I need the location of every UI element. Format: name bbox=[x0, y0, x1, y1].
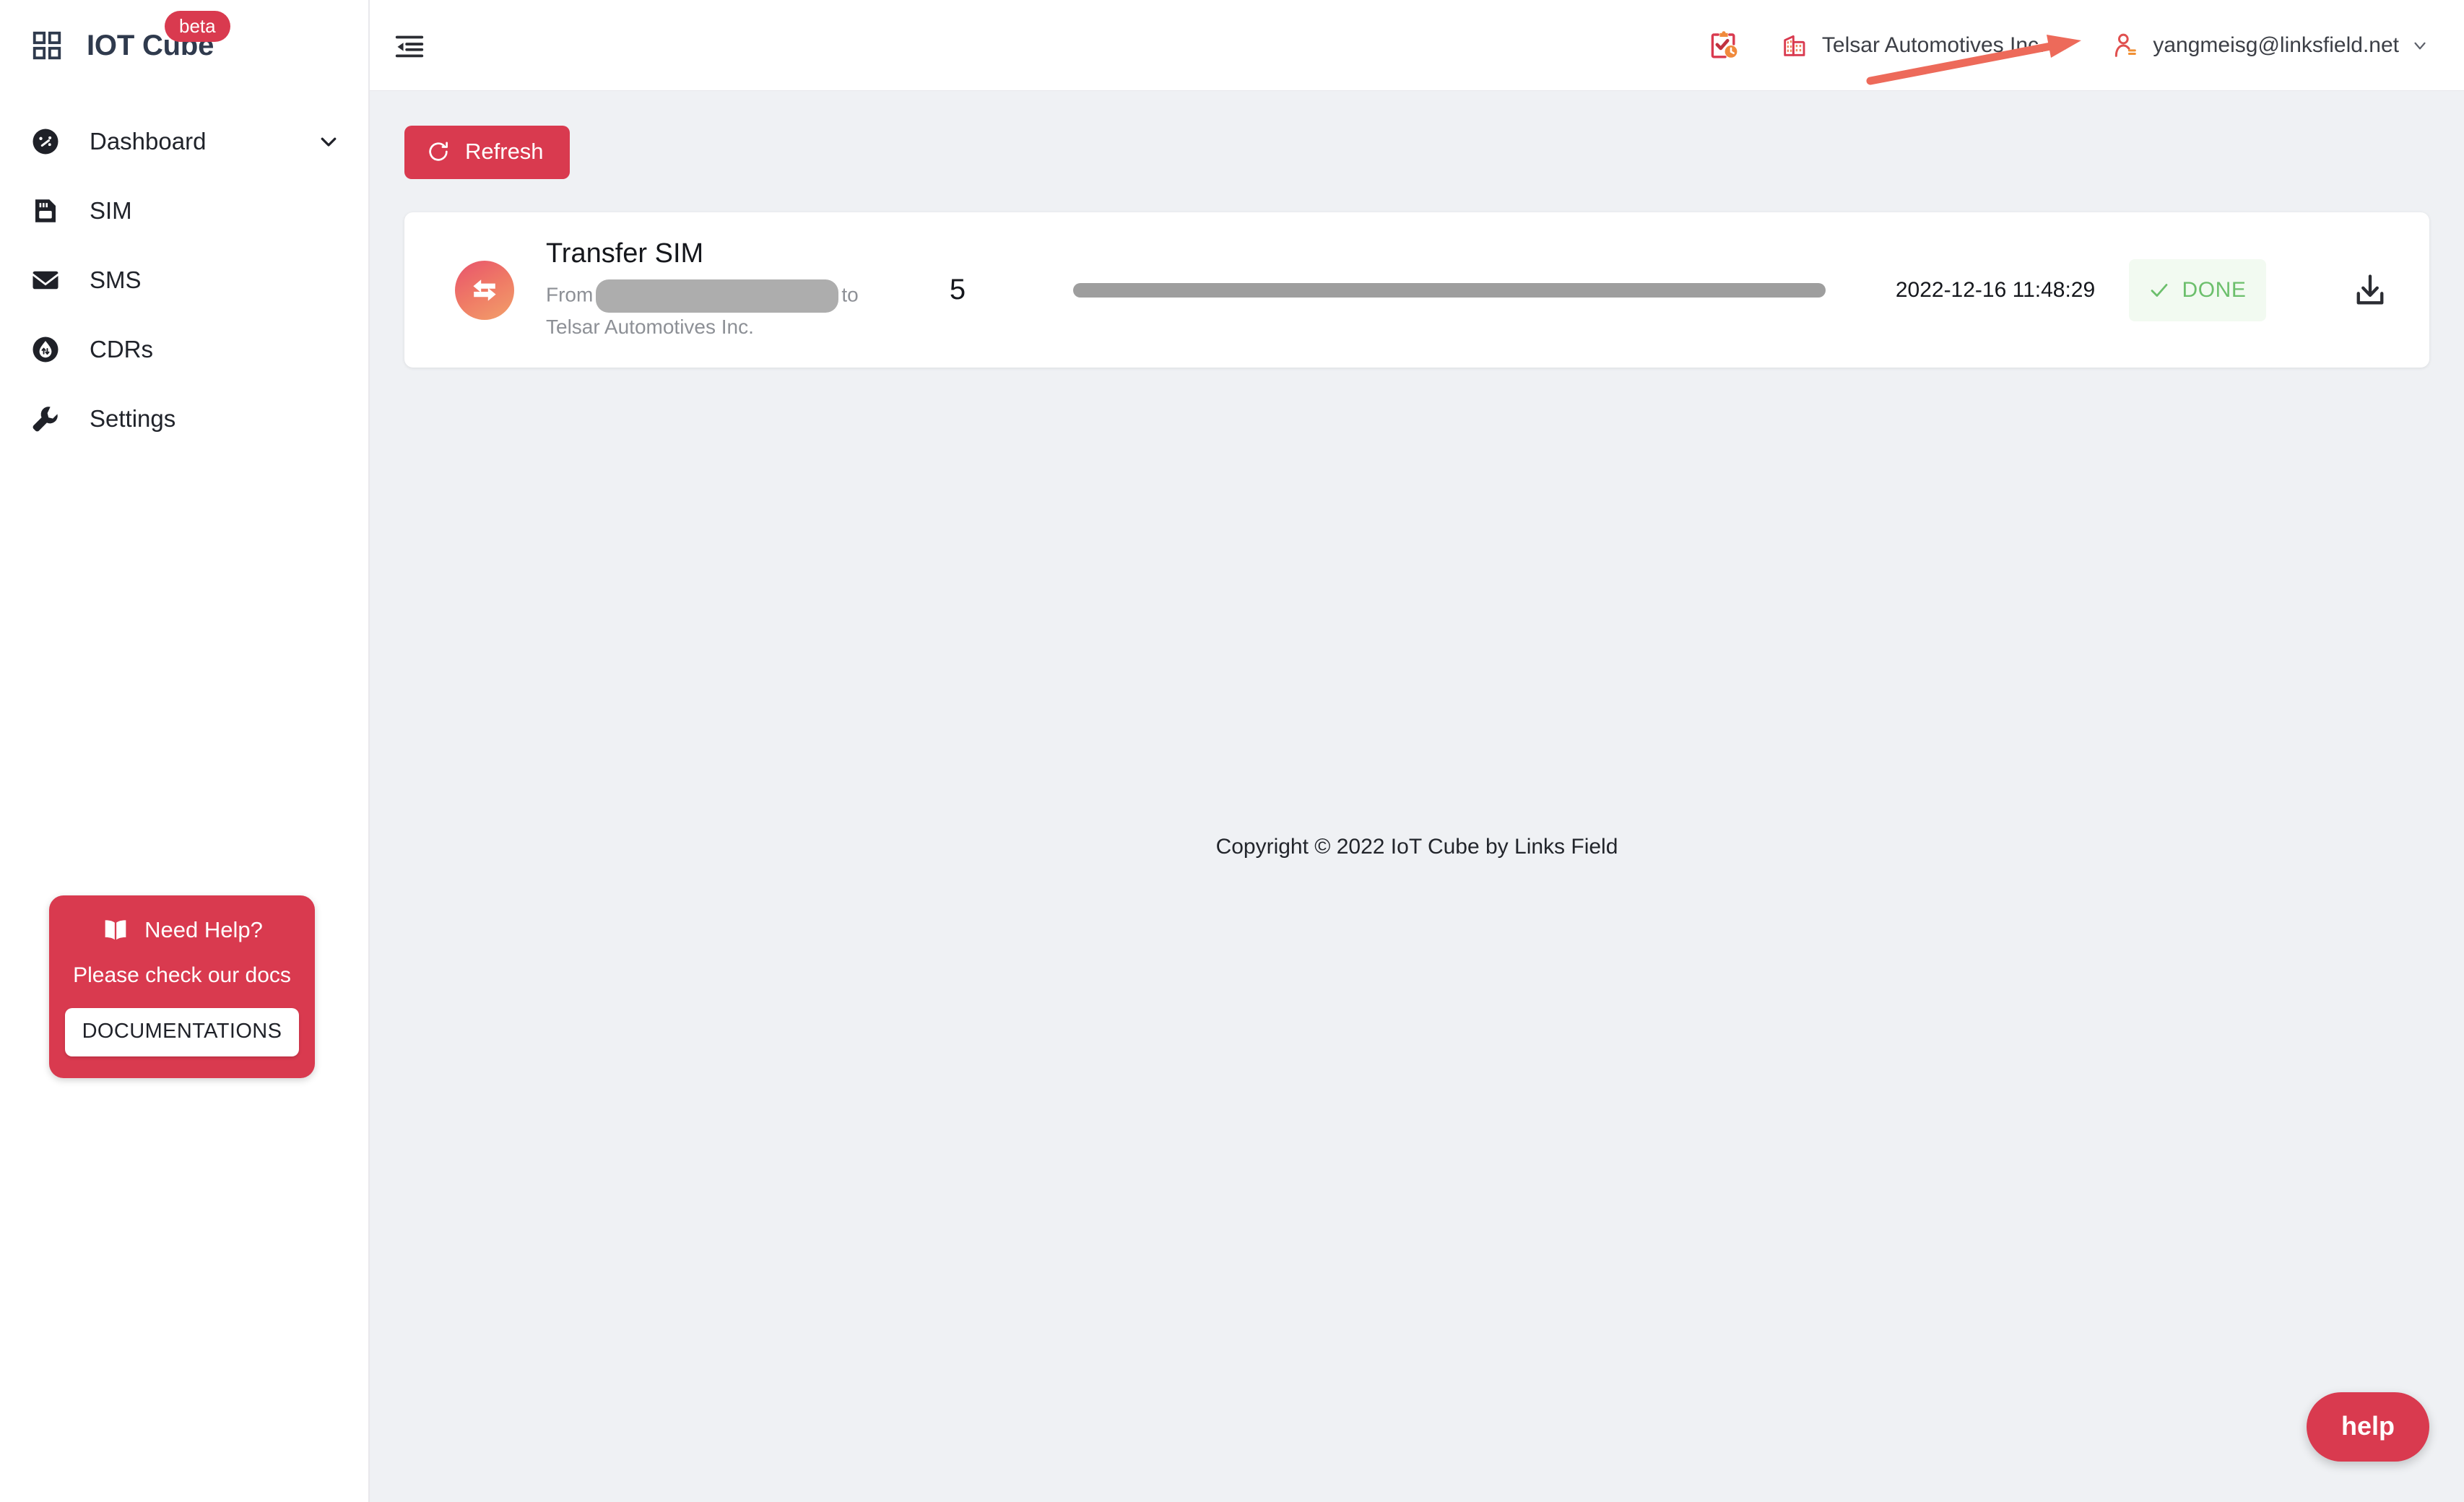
task-progress bbox=[1037, 282, 1862, 298]
task-row[interactable]: Transfer SIM From to Telsar Automotives I… bbox=[404, 212, 2429, 368]
sidebar-item-dashboard[interactable]: Dashboard bbox=[0, 107, 368, 176]
sidebar-item-label: Settings bbox=[90, 405, 176, 432]
refresh-icon bbox=[426, 139, 451, 164]
need-help-header: Need Help? bbox=[65, 916, 299, 945]
beta-badge: beta bbox=[165, 11, 230, 42]
task-history-icon[interactable] bbox=[1704, 25, 1744, 66]
check-icon bbox=[2148, 279, 2170, 301]
need-help-title: Need Help? bbox=[144, 917, 263, 942]
sidebar-item-settings[interactable]: Settings bbox=[0, 384, 368, 453]
envelope-icon bbox=[30, 265, 61, 295]
sidebar-item-cdrs[interactable]: CDRs bbox=[0, 315, 368, 384]
building-icon bbox=[1780, 31, 1809, 60]
chevron-down-icon[interactable] bbox=[2044, 36, 2075, 55]
need-help-card: Need Help? Please check our docs DOCUMEN… bbox=[49, 895, 315, 1078]
sidebar: IOT Cube beta Dashboard SIM SMS CDRs Set… bbox=[0, 0, 370, 1502]
sidebar-item-label: CDRs bbox=[90, 336, 153, 363]
task-timestamp: 2022-12-16 11:48:29 bbox=[1895, 277, 2096, 302]
sidebar-nav: Dashboard SIM SMS CDRs Settings bbox=[0, 107, 368, 453]
content-area: Refresh Transfer SIM From to Telsar Autom… bbox=[370, 91, 2464, 1502]
app-root: IOT Cube beta Dashboard SIM SMS CDRs Set… bbox=[0, 0, 2464, 1502]
refresh-label: Refresh bbox=[465, 139, 544, 164]
sim-card-icon bbox=[30, 196, 61, 226]
progress-bar bbox=[1073, 282, 1826, 298]
task-desc-prefix: From bbox=[546, 282, 594, 305]
user-icon bbox=[2111, 31, 2140, 60]
help-button[interactable]: help bbox=[2306, 1392, 2429, 1462]
task-desc-suffix: Telsar Automotives Inc. bbox=[546, 315, 754, 338]
task-title: Transfer SIM bbox=[546, 238, 704, 269]
account-menu[interactable]: yangmeisg@linksfield.net bbox=[2111, 31, 2429, 60]
menu-fold-icon[interactable] bbox=[370, 29, 426, 62]
redacted-source-account bbox=[596, 279, 839, 313]
status-badge: DONE bbox=[2129, 259, 2266, 321]
status-label: DONE bbox=[2182, 277, 2247, 302]
documentations-button[interactable]: DOCUMENTATIONS bbox=[65, 1008, 299, 1056]
sidebar-item-label: SIM bbox=[90, 197, 132, 224]
sidebar-item-sim[interactable]: SIM bbox=[0, 176, 368, 246]
wrench-icon bbox=[30, 404, 61, 434]
main-area: Telsar Automotives Inc. yangmeisg@linksf… bbox=[370, 0, 2464, 1502]
task-desc-middle: to bbox=[841, 282, 859, 305]
account-email: yangmeisg@linksfield.net bbox=[2153, 32, 2399, 57]
task-description: From to Telsar Automotives Inc. bbox=[546, 279, 878, 342]
chevron-down-icon[interactable] bbox=[2399, 36, 2429, 55]
topbar-right-group: Telsar Automotives Inc. yangmeisg@linksf… bbox=[1704, 25, 2464, 66]
need-help-subtitle: Please check our docs bbox=[73, 963, 291, 987]
task-info: Transfer SIM From to Telsar Automotives I… bbox=[546, 238, 878, 342]
topbar: Telsar Automotives Inc. yangmeisg@linksf… bbox=[370, 0, 2464, 91]
company-name: Telsar Automotives Inc. bbox=[1821, 32, 2045, 57]
company-selector[interactable]: Telsar Automotives Inc. bbox=[1780, 31, 2075, 60]
data-drop-icon bbox=[30, 334, 61, 365]
sidebar-item-label: Dashboard bbox=[90, 128, 207, 155]
speedometer-icon bbox=[30, 126, 61, 157]
brand-logo[interactable]: IOT Cube beta bbox=[0, 0, 368, 91]
task-count: 5 bbox=[949, 274, 966, 305]
footer-copyright: Copyright © 2022 IoT Cube by Links Field bbox=[1215, 835, 1618, 859]
book-icon bbox=[101, 916, 130, 945]
grid-icon bbox=[30, 29, 64, 62]
sidebar-item-sms[interactable]: SMS bbox=[0, 246, 368, 315]
sidebar-item-label: SMS bbox=[90, 266, 142, 293]
refresh-button[interactable]: Refresh bbox=[404, 126, 570, 179]
transfer-arrows-icon bbox=[455, 260, 514, 320]
download-icon[interactable] bbox=[2266, 272, 2389, 309]
